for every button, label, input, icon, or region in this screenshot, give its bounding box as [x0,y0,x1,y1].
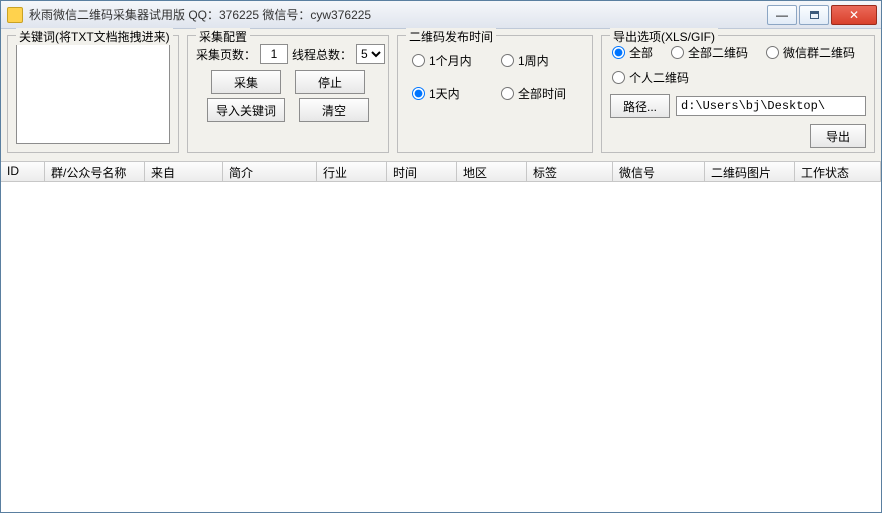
app-icon [7,7,23,23]
radio-1day-label: 1天内 [429,85,460,102]
close-button[interactable]: ✕ [831,5,877,25]
threads-label: 线程总数： [292,46,352,63]
radio-alltime-label: 全部时间 [518,85,566,102]
publish-time-legend: 二维码发布时间 [406,28,496,45]
radio-export-groupqr[interactable]: 微信群二维码 [766,44,855,61]
pages-label: 采集页数： [196,46,256,63]
col-region[interactable]: 地区 [457,162,527,181]
stop-button[interactable]: 停止 [295,70,365,94]
path-button[interactable]: 路径... [610,94,670,118]
titlebar: 秋雨微信二维码采集器试用版 QQ：376225 微信号：cyw376225 — … [1,1,881,29]
threads-select[interactable]: 5 [356,44,385,64]
config-panel: 关键词(将TXT文档拖拽进来) 采集配置 采集页数： 线程总数： 5 采集 停止 [1,29,881,162]
collect-button[interactable]: 采集 [211,70,281,94]
col-name[interactable]: 群/公众号名称 [45,162,145,181]
radio-export-groupqr-label: 微信群二维码 [783,44,855,61]
export-group: 导出选项(XLS/GIF) 全部 全部二维码 微信群二维码 个人二维码 路径..… [601,35,875,153]
col-id[interactable]: ID [1,162,45,181]
radio-export-allqr[interactable]: 全部二维码 [671,44,748,61]
window-controls: — ✕ [765,5,877,25]
keyword-group: 关键词(将TXT文档拖拽进来) [7,35,179,153]
col-time[interactable]: 时间 [387,162,457,181]
maximize-button[interactable] [799,5,829,25]
radio-export-personalqr-label: 个人二维码 [629,69,689,86]
radio-export-allqr-label: 全部二维码 [688,44,748,61]
radio-1week[interactable]: 1周内 [501,52,578,69]
export-button[interactable]: 导出 [810,124,866,148]
path-input[interactable] [676,96,866,116]
radio-export-all-label: 全部 [629,44,653,61]
results-grid: ID 群/公众号名称 来自 简介 行业 时间 地区 标签 微信号 二维码图片 工… [1,162,881,512]
table-body[interactable] [1,182,881,512]
collect-config-group: 采集配置 采集页数： 线程总数： 5 采集 停止 导入关键词 清空 [187,35,389,153]
import-keywords-button[interactable]: 导入关键词 [207,98,285,122]
radio-export-all[interactable]: 全部 [612,44,653,61]
col-intro[interactable]: 简介 [223,162,317,181]
clear-button[interactable]: 清空 [299,98,369,122]
radio-1day[interactable]: 1天内 [412,85,489,102]
collect-config-legend: 采集配置 [196,28,250,45]
col-from[interactable]: 来自 [145,162,223,181]
col-tag[interactable]: 标签 [527,162,613,181]
keyword-textarea[interactable] [16,44,170,144]
col-qrimg[interactable]: 二维码图片 [705,162,795,181]
radio-alltime[interactable]: 全部时间 [501,85,578,102]
col-industry[interactable]: 行业 [317,162,387,181]
col-status[interactable]: 工作状态 [795,162,881,181]
window-title: 秋雨微信二维码采集器试用版 QQ：376225 微信号：cyw376225 [29,6,765,23]
minimize-button[interactable]: — [767,5,797,25]
keyword-legend: 关键词(将TXT文档拖拽进来) [16,28,173,45]
app-window: 秋雨微信二维码采集器试用版 QQ：376225 微信号：cyw376225 — … [0,0,882,513]
publish-time-group: 二维码发布时间 1个月内 1周内 1天内 全部时间 [397,35,593,153]
radio-export-personalqr[interactable]: 个人二维码 [612,69,689,86]
radio-1month-label: 1个月内 [429,52,472,69]
radio-1week-label: 1周内 [518,52,549,69]
col-wechat[interactable]: 微信号 [613,162,705,181]
export-legend: 导出选项(XLS/GIF) [610,28,718,45]
pages-input[interactable] [260,44,288,64]
radio-1month[interactable]: 1个月内 [412,52,489,69]
table-header: ID 群/公众号名称 来自 简介 行业 时间 地区 标签 微信号 二维码图片 工… [1,162,881,182]
